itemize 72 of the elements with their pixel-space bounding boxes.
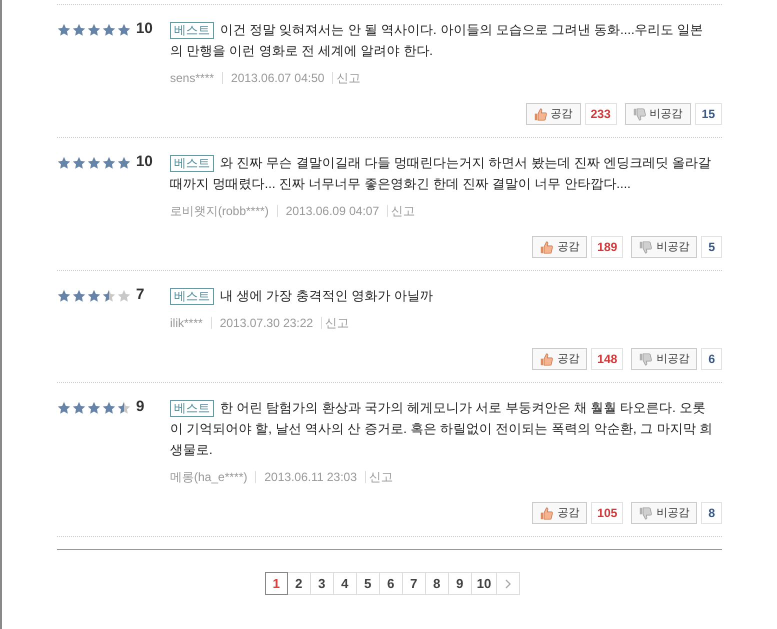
thumbs-up-icon [534, 108, 547, 120]
thumbs-down-icon [639, 506, 652, 520]
page-link[interactable]: 8 [426, 572, 449, 595]
page-link[interactable]: 6 [380, 572, 403, 595]
page-link[interactable]: 4 [334, 572, 357, 595]
page-link[interactable]: 7 [402, 572, 426, 595]
dislike-button[interactable]: 비공감 [631, 236, 698, 258]
score: 9 [136, 397, 144, 418]
page-link[interactable]: 2 [288, 572, 311, 595]
score: 10 [136, 152, 153, 172]
post-date: 2013.06.09 04:07 [278, 205, 388, 217]
star-icon [117, 22, 131, 36]
score: 10 [136, 19, 153, 40]
comment-text: 베스트 한 어린 탐험가의 환상과 국가의 헤게모니가 서로 부둥켜안은 채 훨훨 타오른다. 오롯이 기억되어야 할, 날선 역사의 산 증거로. 혹은 하릴없이 전이되는 폭력의 악순환, 그 마지막 희생물로. [170, 399, 714, 459]
like-button[interactable]: 공감 [532, 236, 588, 258]
dislike-count: 6 [701, 348, 722, 370]
author-name: sens**** [170, 72, 224, 84]
author-name: 로비왯지(robb****) [170, 205, 278, 217]
like-button[interactable]: 공감 [532, 502, 588, 524]
star-icon [72, 288, 86, 302]
star-icon [102, 22, 116, 36]
comment-text: 베스트 와 진짜 무슨 결말이길래 다들 멍때린다는거지 하면서 봤는데 진짜 엔딩크레딧 올라갈때까지 멍때렸다... 진짜 너무너무 좋은영화긴 한데 진짜 결말이 너무 안타깝다.... [170, 154, 712, 193]
thumbs-up-icon [540, 352, 554, 366]
dislike-count: 5 [701, 236, 722, 258]
chevron-right-icon [504, 578, 512, 588]
next-page-button[interactable] [497, 572, 520, 595]
author-name: 메롱(ha_e****) [170, 471, 256, 483]
dislike-count: 15 [694, 103, 722, 125]
thumbs-up-icon [540, 506, 554, 520]
star-icon [102, 288, 116, 302]
thumbs-up-icon [540, 240, 554, 254]
star-icon [87, 22, 101, 36]
like-count: 189 [591, 236, 624, 258]
comment-text: 베스트 이건 정말 잊혀져서는 안 될 역사이다. 아이들의 모습으로 그려낸 동화....우리도 일본의 만행을 이런 영화로 전 세계에 알려야 한다. [170, 21, 704, 60]
star-icon [117, 156, 131, 170]
score: 7 [136, 285, 144, 306]
like-count: 233 [584, 103, 617, 125]
page-link[interactable]: 5 [356, 572, 380, 595]
star-icon [57, 400, 71, 414]
star-icon [72, 400, 86, 414]
post-date: 2013.07.30 23:22 [212, 317, 322, 329]
thumbs-down-icon [639, 240, 652, 254]
star-icon [117, 288, 131, 302]
star-icon [87, 156, 101, 170]
comment-text: 베스트 내 생에 가장 충격적인 영화가 아닐까 [170, 285, 722, 306]
thumbs-down-icon [639, 352, 652, 366]
star-icon [72, 156, 86, 170]
star-icon [57, 22, 71, 36]
page-link[interactable]: 10 [472, 572, 498, 595]
star-icon [57, 156, 71, 170]
post-date: 2013.06.11 23:03 [256, 471, 366, 483]
post-date: 2013.06.07 04:50 [223, 72, 334, 84]
star-icon [72, 22, 86, 36]
author-name: ilik**** [170, 317, 212, 329]
star-icon [87, 400, 101, 414]
star-icon [57, 288, 71, 302]
like-button[interactable]: 공감 [532, 348, 588, 370]
page-link[interactable]: 1 [264, 572, 288, 595]
star-icon [117, 400, 131, 414]
page-link[interactable]: 9 [448, 572, 472, 595]
like-count: 105 [591, 502, 624, 524]
dislike-button[interactable]: 비공감 [624, 103, 691, 125]
star-icon [87, 288, 101, 302]
thumbs-down-icon [632, 108, 646, 120]
dislike-button[interactable]: 비공감 [631, 348, 698, 370]
page-link[interactable]: 3 [310, 572, 334, 595]
like-button[interactable]: 공감 [526, 103, 581, 125]
dislike-count: 8 [701, 502, 722, 524]
like-count: 148 [591, 348, 624, 370]
dislike-button[interactable]: 비공감 [631, 502, 698, 524]
star-icon [102, 400, 116, 414]
star-icon [102, 156, 116, 170]
